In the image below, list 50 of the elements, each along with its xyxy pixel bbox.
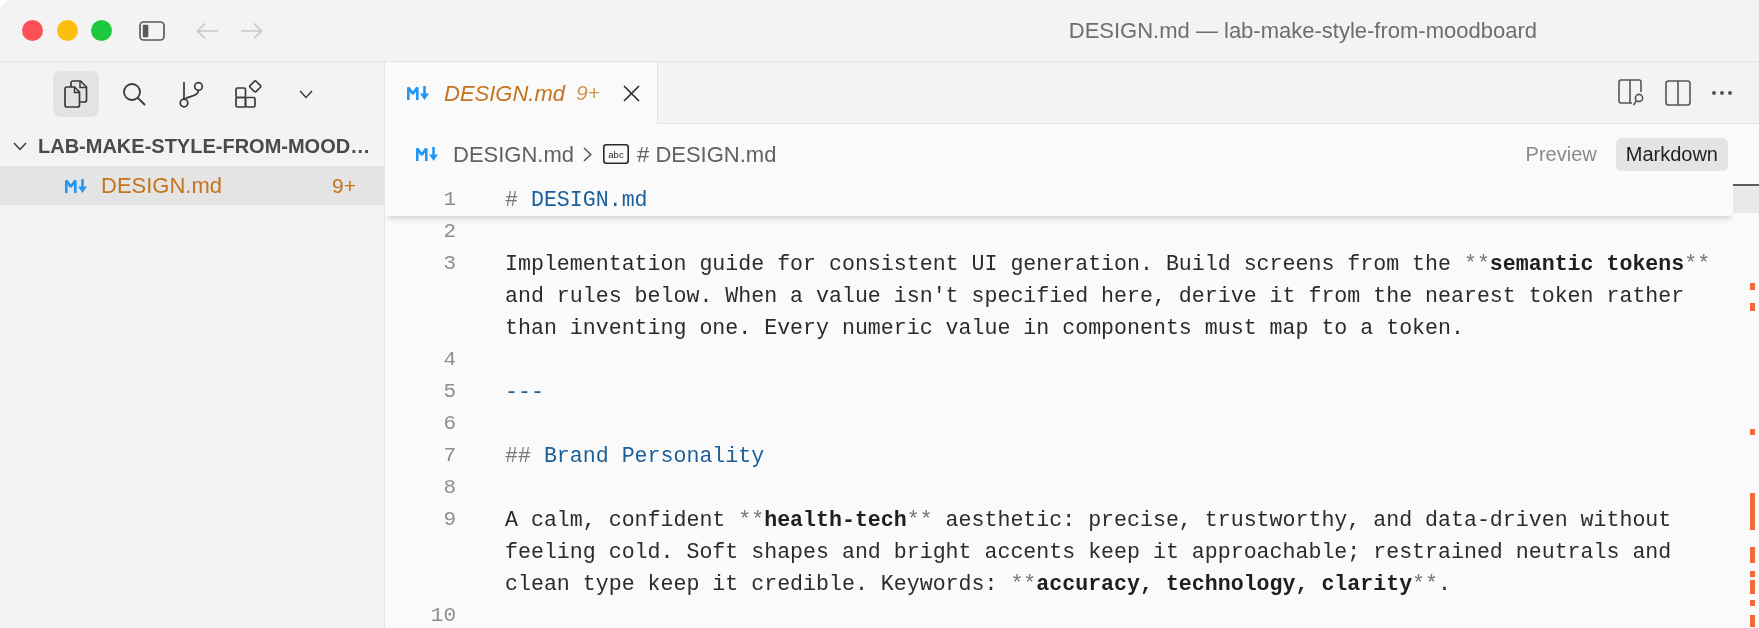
code-line: ## Brand Personality — [505, 443, 766, 470]
preview-side-icon[interactable] — [1618, 79, 1645, 106]
line-number: 3 — [442, 252, 456, 276]
view-mode-tab[interactable]: Markdown — [1615, 137, 1728, 171]
line-number: 5 — [442, 380, 456, 404]
code-line: --- — [505, 379, 545, 406]
scrollbar-thumb[interactable] — [1733, 186, 1759, 213]
close-icon[interactable] — [623, 84, 640, 102]
cursor-marker-icon — [1733, 184, 1759, 186]
markdown-icon — [407, 86, 430, 100]
line-number: 7 — [442, 444, 456, 468]
line-number: 1 — [442, 188, 456, 212]
documents-icon[interactable] — [64, 80, 88, 108]
split-editor-icon[interactable] — [1665, 79, 1691, 106]
chevron-right-icon — [583, 146, 593, 162]
code-line: Implementation guide for consistent UI generation. Build screens from the **semantic tokens** and rules below. When a value isn't specified here, derive it from the nearest token rather than inventing one. Every numeric value in components must map to a token. — [505, 251, 1712, 342]
window-title: DESIGN.md — lab-make-style-from-moodboard — [1068, 17, 1537, 45]
markdown-icon — [416, 147, 439, 161]
code-line: # DESIGN.md — [505, 187, 649, 214]
code-line: A calm, confident **health-tech** aesthetic: precise, trustworthy, and data-driven without feeling cold. Soft shapes and bright accents keep it approachable; restrained neutrals and clean type keep it credible. Keywords: **accuracy, technology, clarity**. — [505, 507, 1673, 598]
problem-marker-icon — [1750, 615, 1755, 627]
problem-marker-icon — [1750, 303, 1755, 311]
view-mode-tab[interactable]: Preview — [1515, 137, 1607, 171]
line-number: 10 — [429, 604, 456, 628]
problem-marker-icon — [1750, 283, 1755, 290]
problem-marker-icon — [1750, 600, 1755, 606]
search-icon[interactable] — [121, 82, 146, 106]
chevron-down-icon[interactable] — [299, 89, 313, 99]
string-symbol-icon: abc — [603, 144, 630, 164]
sidebar-toggle-icon[interactable] — [139, 20, 165, 41]
markdown-icon — [65, 178, 88, 193]
line-number: 4 — [442, 348, 456, 372]
more-icon[interactable] — [1711, 89, 1733, 96]
problem-marker-icon — [1750, 429, 1755, 435]
line-number: 9 — [442, 508, 456, 532]
editor-tab[interactable]: DESIGN.md 9+ — [385, 62, 658, 124]
folder-header[interactable]: LAB-MAKE-STYLE-FROM-MOOD… — [0, 126, 384, 166]
blocks-icon[interactable] — [234, 80, 263, 108]
problem-marker-icon — [1750, 571, 1755, 577]
line-number: 6 — [442, 412, 456, 436]
line-number: 8 — [442, 476, 456, 500]
problem-marker-icon — [1750, 547, 1755, 563]
window-close-button[interactable] — [22, 20, 43, 41]
explorer-tab[interactable] — [53, 71, 99, 117]
line-number: 2 — [442, 220, 456, 244]
breadcrumb-item[interactable]: DESIGN.md — [416, 137, 575, 171]
breadcrumb-item[interactable]: abc # DESIGN.md — [603, 137, 777, 171]
problem-marker-icon — [1750, 580, 1755, 594]
branch-icon[interactable] — [178, 80, 204, 108]
problem-marker-icon — [1750, 493, 1755, 530]
